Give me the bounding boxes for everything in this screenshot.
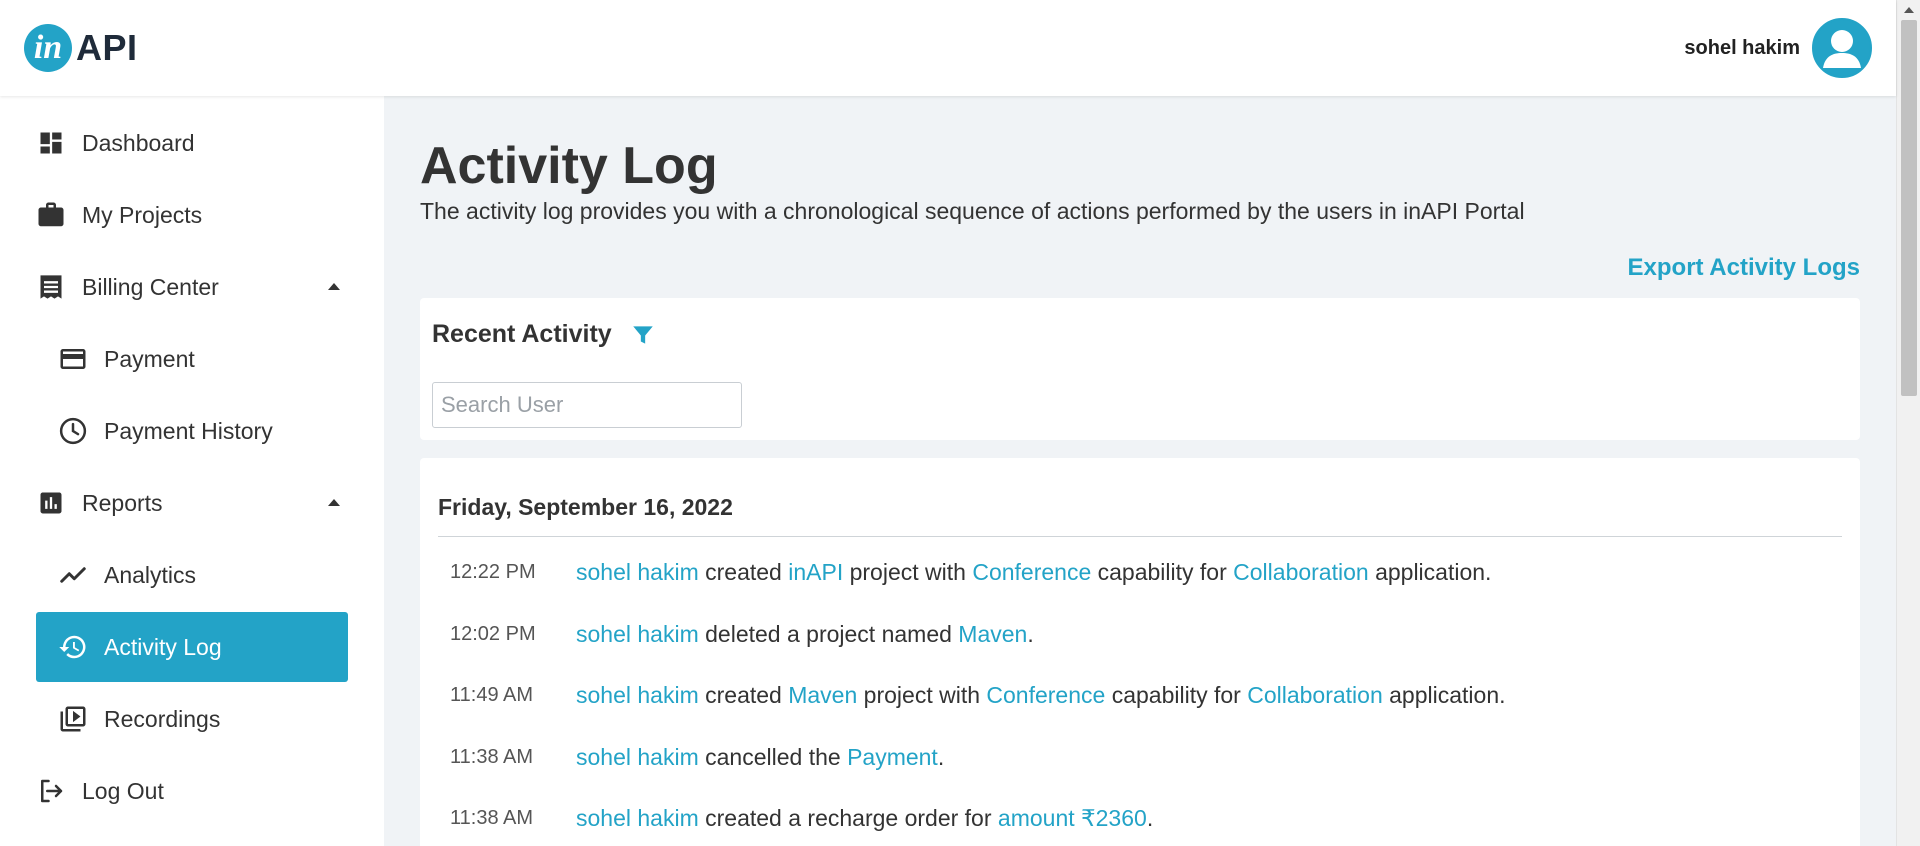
user-avatar-icon	[1814, 20, 1870, 76]
log-entry: 11:38 AM sohel hakim created a recharge …	[450, 803, 1153, 833]
project-link[interactable]: Maven	[788, 682, 857, 708]
log-text-segment: deleted a project named	[698, 620, 959, 647]
sidebar-item-recordings[interactable]: Recordings	[36, 684, 348, 754]
log-date-heading: Friday, September 16, 2022	[438, 494, 733, 520]
sidebar-item-billing-center[interactable]: Billing Center	[36, 252, 348, 322]
payment-link[interactable]: Payment	[847, 744, 938, 770]
logout-icon	[36, 776, 66, 806]
video-library-icon	[58, 704, 88, 734]
log-text-segment: application.	[1368, 558, 1492, 585]
search-user-input[interactable]	[432, 382, 742, 428]
amount-link[interactable]: amount ₹2360	[998, 805, 1147, 831]
page-title: Activity Log	[420, 137, 718, 195]
log-message: sohel hakim deleted a project named Mave…	[576, 621, 1034, 648]
log-text-segment: application.	[1382, 681, 1506, 708]
sidebar-item-label: My Projects	[82, 201, 203, 228]
capability-link[interactable]: Conference	[986, 682, 1105, 708]
briefcase-icon	[36, 200, 66, 230]
log-text-segment: cancelled the	[698, 743, 848, 770]
caret-up-icon[interactable]	[328, 499, 340, 506]
top-bar: in API sohel hakim	[0, 0, 1896, 96]
application-link[interactable]: Collaboration	[1247, 682, 1383, 708]
scroll-up-arrow-icon[interactable]	[1904, 7, 1914, 13]
receipt-icon	[36, 272, 66, 302]
page-scrollbar[interactable]	[1896, 0, 1920, 846]
sidebar-item-label: Billing Center	[82, 273, 219, 300]
sidebar-item-label: Reports	[82, 489, 163, 516]
log-text-segment: project with	[857, 681, 987, 708]
dashboard-icon	[36, 128, 66, 158]
log-time: 12:22 PM	[450, 560, 536, 583]
divider	[438, 536, 1842, 537]
sidebar-item-label: Dashboard	[82, 129, 195, 156]
sidebar-item-payment-history[interactable]: Payment History	[36, 396, 348, 466]
user-link[interactable]: sohel hakim	[576, 559, 699, 585]
caret-up-icon[interactable]	[328, 283, 340, 290]
recent-activity-title: Recent Activity	[432, 320, 612, 348]
history-icon	[58, 632, 88, 662]
recent-activity-card: Recent Activity	[420, 298, 1860, 440]
log-text-segment: .	[937, 743, 945, 770]
sidebar-item-activity-log[interactable]: Activity Log	[36, 612, 348, 682]
user-link[interactable]: sohel hakim	[576, 682, 699, 708]
log-text-segment: .	[1027, 620, 1034, 647]
sidebar-item-analytics[interactable]: Analytics	[36, 540, 348, 610]
sidebar-item-label: Activity Log	[104, 633, 222, 660]
sidebar-item-dashboard[interactable]: Dashboard	[36, 108, 348, 178]
project-link[interactable]: inAPI	[788, 559, 843, 585]
user-link[interactable]: sohel hakim	[576, 621, 699, 647]
sidebar-item-label: Log Out	[82, 777, 164, 804]
log-message: sohel hakim created Maven project with C…	[576, 682, 1506, 709]
sidebar-item-my-projects[interactable]: My Projects	[36, 180, 348, 250]
logo[interactable]: in API	[24, 24, 138, 72]
log-entry: 11:38 AM sohel hakim cancelled the Payme…	[450, 742, 944, 772]
log-message: sohel hakim cancelled the Payment.	[576, 744, 944, 771]
log-text-segment: .	[1146, 804, 1154, 831]
capability-link[interactable]: Conference	[972, 559, 1091, 585]
log-time: 11:49 AM	[450, 683, 534, 706]
bar-chart-icon	[36, 488, 66, 518]
clock-icon	[58, 416, 88, 446]
application-link[interactable]: Collaboration	[1233, 559, 1369, 585]
sidebar-item-label: Payment	[104, 345, 195, 372]
log-text-segment: created	[698, 681, 789, 708]
log-time: 12:02 PM	[450, 622, 536, 645]
log-entry: 12:22 PM sohel hakim created inAPI proje…	[450, 557, 1491, 587]
log-text-segment: capability for	[1105, 681, 1248, 708]
log-text-segment: created a recharge order for	[698, 804, 998, 831]
logo-text: API	[76, 27, 138, 68]
log-time: 11:38 AM	[450, 745, 534, 768]
trend-line-icon	[58, 560, 88, 590]
activity-log-list: Friday, September 16, 2022 12:22 PM sohe…	[420, 458, 1860, 846]
user-menu[interactable]: sohel hakim	[1684, 18, 1872, 78]
project-link[interactable]: Maven	[958, 621, 1027, 647]
page-description: The activity log provides you with a chr…	[420, 198, 1525, 224]
sidebar-item-log-out[interactable]: Log Out	[36, 756, 348, 826]
log-message: sohel hakim created inAPI project with C…	[576, 559, 1491, 586]
sidebar-item-label: Payment History	[104, 417, 273, 444]
sidebar-item-label: Analytics	[104, 561, 197, 588]
sidebar-item-payment[interactable]: Payment	[36, 324, 348, 394]
log-text-segment: created	[698, 558, 789, 585]
credit-card-icon	[58, 344, 88, 374]
scrollbar-thumb[interactable]	[1901, 20, 1917, 396]
user-name: sohel hakim	[1684, 36, 1800, 59]
log-message: sohel hakim created a recharge order for…	[576, 805, 1153, 832]
log-text-segment: capability for	[1091, 558, 1234, 585]
export-activity-logs-link[interactable]: Export Activity Logs	[1628, 254, 1860, 282]
log-entry: 11:49 AM sohel hakim created Maven proje…	[450, 680, 1506, 710]
recent-activity-header: Recent Activity	[432, 320, 656, 349]
filter-icon[interactable]	[630, 322, 656, 348]
user-link[interactable]: sohel hakim	[576, 744, 699, 770]
sidebar-item-reports[interactable]: Reports	[36, 468, 348, 538]
log-time: 11:38 AM	[450, 806, 534, 829]
log-entry: 12:02 PM sohel hakim deleted a project n…	[450, 619, 1034, 649]
logo-mark: in	[24, 24, 72, 72]
user-link[interactable]: sohel hakim	[576, 805, 699, 831]
sidebar-item-label: Recordings	[104, 705, 221, 732]
avatar[interactable]	[1812, 18, 1872, 78]
log-text-segment: project with	[843, 558, 973, 585]
sidebar: Dashboard My Projects Billing Center Pay…	[0, 96, 384, 846]
